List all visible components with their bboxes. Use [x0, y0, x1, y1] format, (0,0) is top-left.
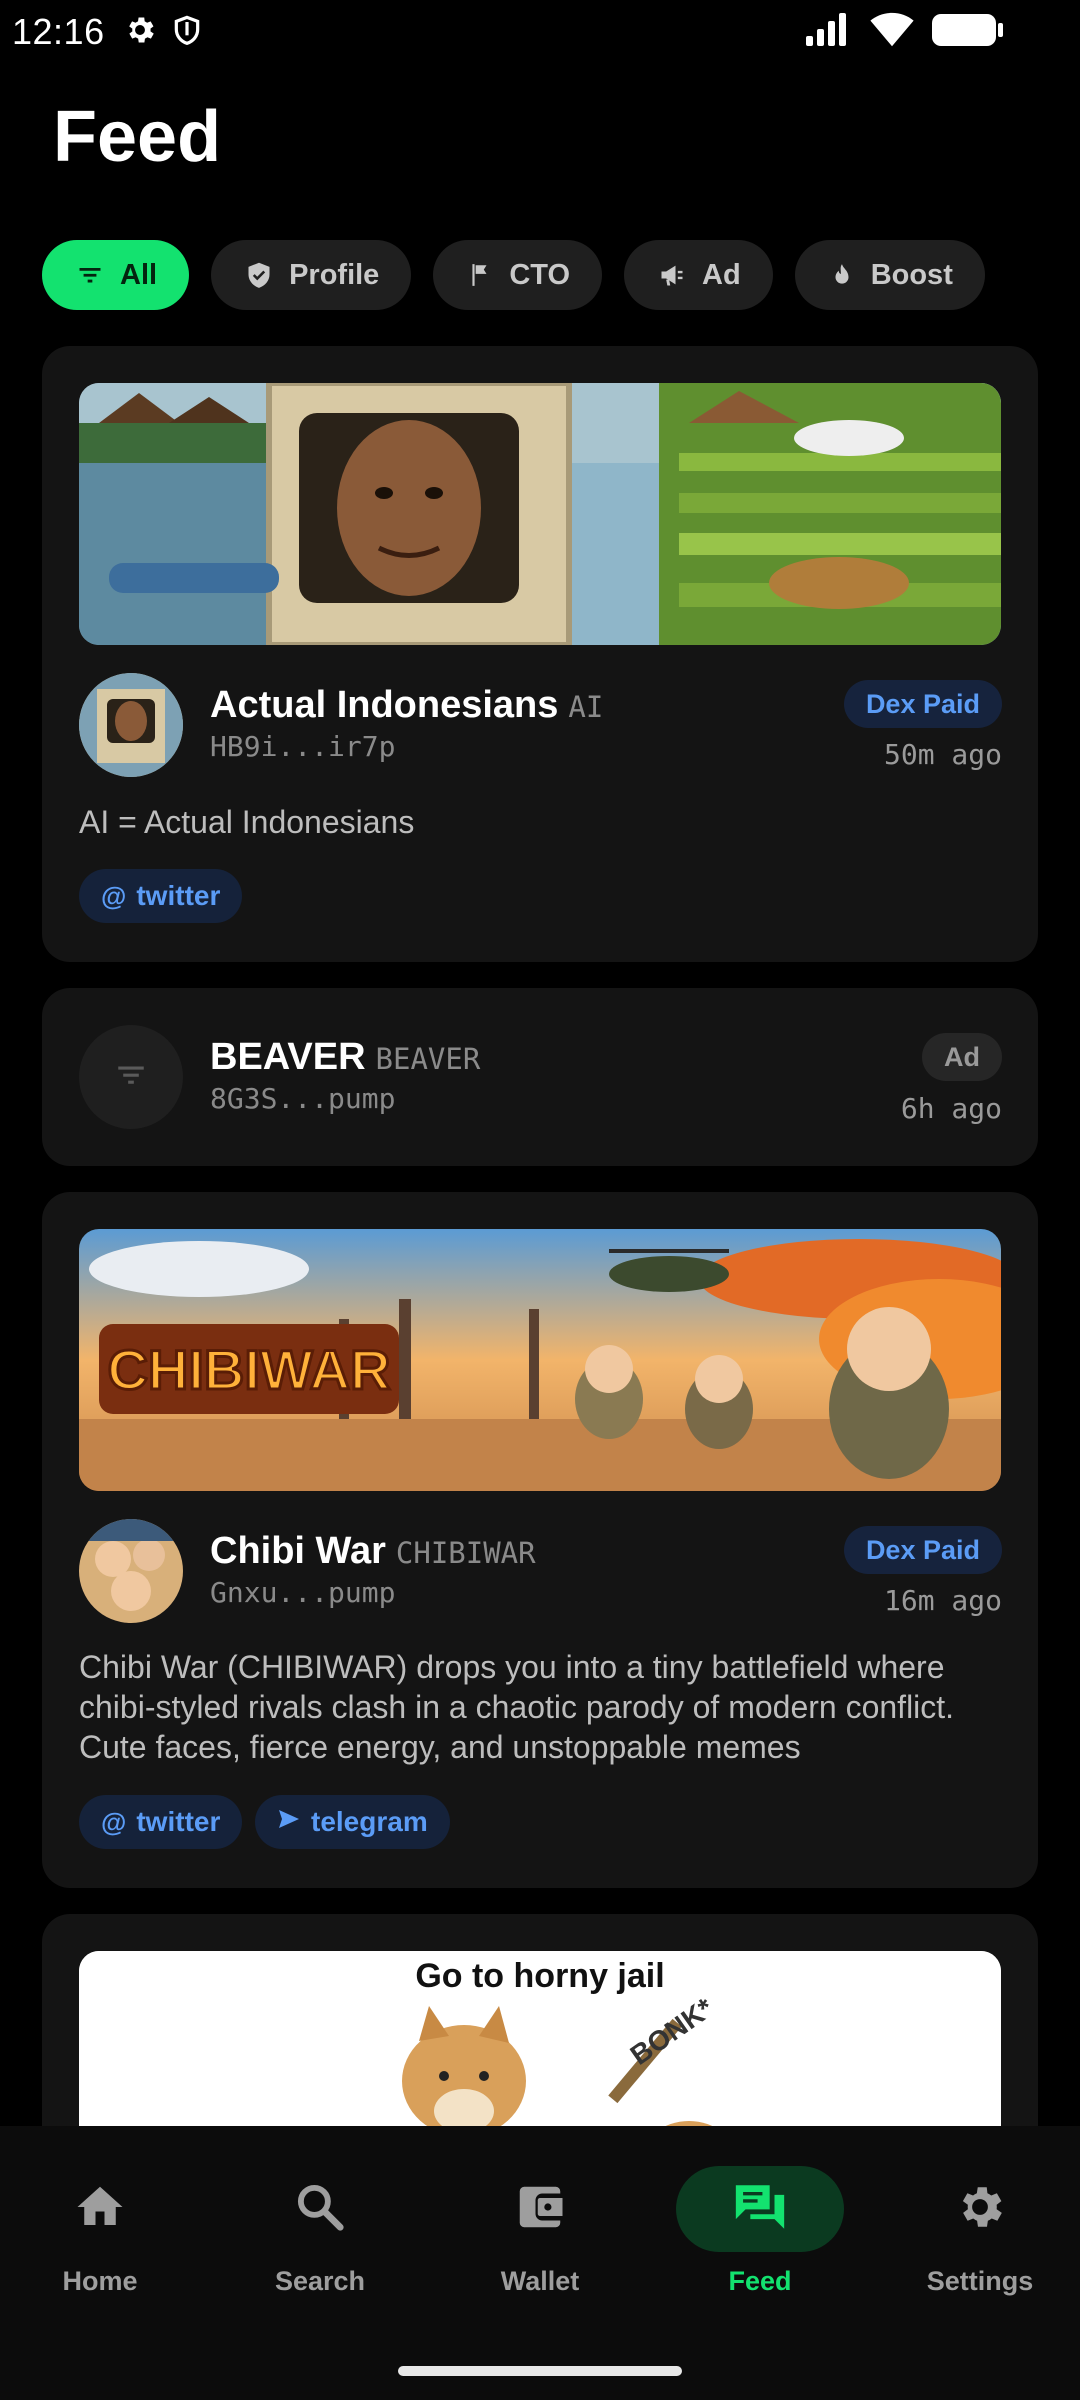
filter-icon: [114, 1058, 148, 1097]
post-time: 50m ago: [883, 738, 1002, 771]
token-name-text: BEAVER: [210, 1036, 366, 1078]
battery-icon: [932, 12, 1004, 53]
home-indicator[interactable]: [398, 2366, 682, 2376]
status-bar: 12:16: [0, 0, 1080, 64]
nav-item-feed[interactable]: Feed: [660, 2166, 860, 2297]
twitter-link-button[interactable]: @ twitter: [79, 1795, 243, 1849]
feed-card[interactable]: CHIBIWAR Chibi War CHIBIWAR Gnxu...pump D…: [42, 1192, 1038, 1888]
megaphone-icon: [658, 261, 686, 289]
wifi-icon: [870, 12, 914, 53]
status-time: 12:16: [12, 11, 105, 52]
token-symbol: BEAVER: [375, 1042, 481, 1076]
ad-badge: Ad: [922, 1033, 1002, 1081]
bottom-navigation: Home Search Wallet Feed Settings: [0, 2126, 1080, 2400]
filter-bar: All Profile CTO Ad Boost: [42, 240, 985, 310]
nav-icon-container: [676, 2166, 844, 2252]
nav-icon-container: [896, 2166, 1064, 2252]
wallet-icon: [513, 2180, 567, 2239]
token-symbol: CHIBIWAR: [395, 1536, 536, 1570]
nav-icon-container: [236, 2166, 404, 2252]
search-icon: [293, 2180, 347, 2239]
nav-icon-container: [456, 2166, 624, 2252]
dex-paid-badge: Dex Paid: [843, 680, 1002, 728]
card-banner-image: CHIBIWAR: [79, 1229, 1001, 1491]
nav-item-wallet[interactable]: Wallet: [440, 2166, 640, 2297]
filter-chip-label: All: [120, 258, 158, 291]
token-symbol: AI: [568, 690, 604, 724]
token-name: Actual Indonesians AI: [210, 684, 603, 727]
filter-chip-profile[interactable]: Profile: [211, 240, 412, 310]
nav-item-home[interactable]: Home: [0, 2166, 200, 2297]
shield-check-icon: [245, 261, 273, 289]
feed-card[interactable]: BEAVER BEAVER 8G3S...pump Ad 6h ago: [42, 988, 1038, 1166]
link-label: telegram: [311, 1806, 428, 1837]
filter-icon: [76, 261, 104, 289]
token-address[interactable]: HB9i...ir7p: [210, 730, 395, 763]
nav-label: Wallet: [500, 2266, 580, 2296]
filter-chip-all[interactable]: All: [42, 240, 190, 310]
nav-label: Home: [62, 2266, 138, 2296]
feed-card[interactable]: Actual Indonesians AI HB9i...ir7p Dex Pai…: [42, 346, 1038, 962]
filter-chip-label: Profile: [289, 258, 380, 291]
flag-icon: [467, 262, 493, 288]
at-icon: @: [101, 1806, 127, 1837]
token-address[interactable]: 8G3S...pump: [210, 1082, 395, 1115]
filter-chip-label: Ad: [702, 258, 741, 291]
token-address[interactable]: Gnxu...pump: [210, 1576, 395, 1609]
nav-label: Settings: [926, 2266, 1034, 2296]
nav-item-settings[interactable]: Settings: [880, 2166, 1080, 2297]
nav-item-search[interactable]: Search: [220, 2166, 420, 2297]
banner-text: Go to horny jail: [415, 1957, 664, 1995]
gear-icon: [953, 2180, 1007, 2239]
dex-paid-badge: Dex Paid: [843, 1526, 1002, 1574]
token-name-text: Actual Indonesians: [210, 684, 559, 726]
filter-chip-label: Boost: [870, 258, 953, 291]
twitter-link-button[interactable]: @ twitter: [79, 869, 243, 923]
at-icon: @: [101, 880, 127, 911]
link-label: twitter: [136, 880, 221, 911]
token-name: Chibi War CHIBIWAR: [210, 1530, 536, 1573]
filter-chip-cto[interactable]: CTO: [433, 240, 603, 310]
token-avatar: [79, 673, 183, 777]
cell-signal-icon: [806, 12, 852, 53]
token-name: BEAVER BEAVER: [210, 1036, 480, 1079]
token-description: Chibi War (CHIBIWAR) drops you into a ti…: [79, 1649, 955, 1765]
filter-chip-boost[interactable]: Boost: [794, 240, 985, 310]
card-banner-image: [79, 383, 1001, 645]
token-description: AI = Actual Indonesians: [79, 804, 415, 840]
send-icon: [277, 1806, 301, 1838]
chat-icon: [731, 2178, 789, 2241]
telegram-link-button[interactable]: telegram: [255, 1795, 450, 1849]
post-time: 6h ago: [900, 1092, 1002, 1125]
banner-text: CHIBIWAR: [107, 1338, 390, 1401]
flame-icon: [829, 261, 855, 289]
nav-label: Feed: [728, 2266, 792, 2296]
filter-chip-label: CTO: [509, 258, 571, 291]
shield-icon: [171, 13, 203, 52]
nav-icon-container: [16, 2166, 184, 2252]
token-avatar-placeholder: [79, 1025, 183, 1129]
nav-label: Search: [274, 2266, 366, 2296]
post-time: 16m ago: [883, 1584, 1002, 1617]
gear-icon: [123, 13, 157, 52]
token-name-text: Chibi War: [210, 1530, 386, 1572]
link-label: twitter: [136, 1806, 221, 1837]
token-avatar: [79, 1519, 183, 1623]
filter-chip-ad[interactable]: Ad: [624, 240, 773, 310]
home-icon: [73, 2180, 127, 2239]
page-title: Feed: [53, 97, 222, 177]
